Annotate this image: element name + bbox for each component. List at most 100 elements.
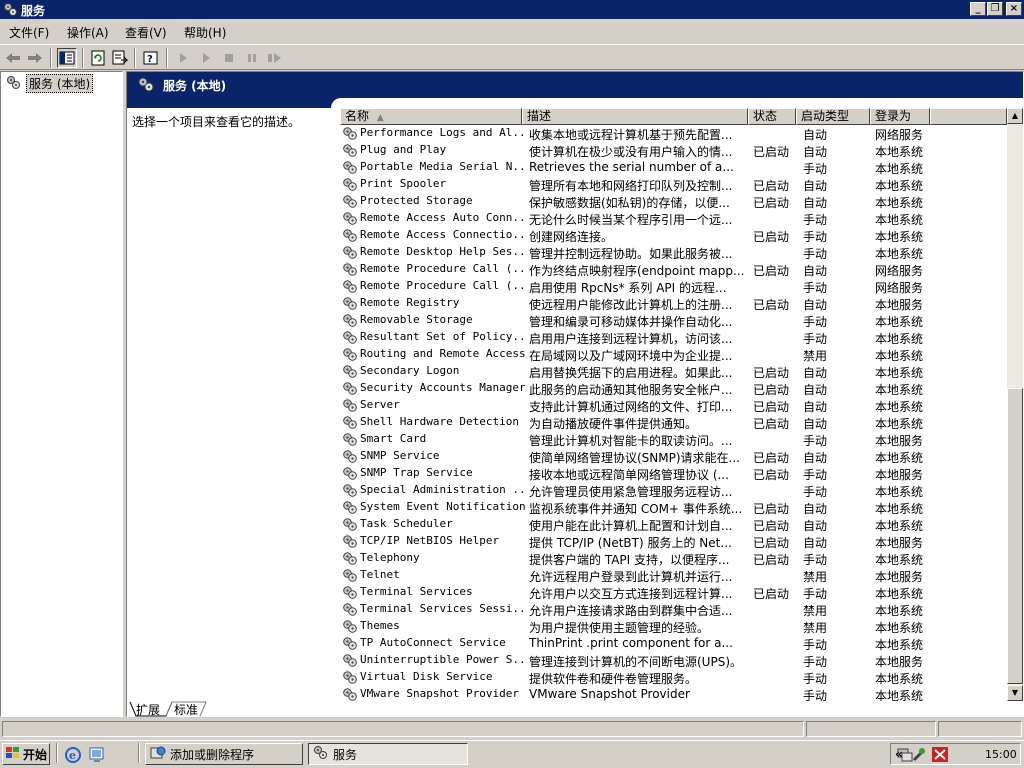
column-header-logon-as[interactable]: 登录为 [870,108,930,125]
scroll-down-button[interactable]: ▼ [1007,685,1023,701]
service-logon-as: 本地系统 [875,179,924,193]
service-description: 启用使用 RpcNs* 系列 API 的远程... [529,281,727,295]
service-row[interactable]: Remote Access Connectio... 创建网络连接。 已启动 手动 本地… [340,227,1007,244]
menu-file[interactable]: 文件(F) [9,24,49,41]
service-row[interactable]: Protected Storage 保护敏感数据(如私钥)的存储，以便... 已启动… [340,193,1007,210]
task-add-remove-programs[interactable]: 添加或删除程序 [145,743,303,765]
tab-extended[interactable]: 扩展 [136,701,160,718]
play-icon[interactable] [196,48,216,68]
close-button[interactable]: × [1006,2,1022,16]
service-row[interactable]: Remote Registry 使远程用户能修改此计算机上的注册... 已启动 自动 本… [340,295,1007,312]
forward-arrow-icon[interactable] [25,48,45,68]
service-row[interactable]: VMware Snapshot Provider VMware Snapshot … [340,686,1007,701]
service-row[interactable]: Telnet 允许远程用户登录到此计算机并运行... 禁用 本地服务 [340,567,1007,584]
service-status: 已启动 [753,179,790,193]
service-row[interactable]: Remote Access Auto Conn... 无论什么时候当某个程序引用一… [340,210,1007,227]
service-row[interactable]: Remote Procedure Call (... 作为终结点映射程序(endp… [340,261,1007,278]
service-row[interactable]: Task Scheduler 使用户能在此计算机上配置和计划自... 已启动 自动 本地… [340,516,1007,533]
tree-node-services-local[interactable]: 服务 (本地) [6,74,94,93]
service-row[interactable]: Routing and Remote Access 在局域网以及广域网环境中为企业… [340,346,1007,363]
service-row[interactable]: Plug and Play 使计算机在极少或没有用户输入的情... 已启动 自动 本地系… [340,142,1007,159]
services-gear-icon [3,2,18,17]
service-logon-as: 本地系统 [875,162,924,176]
desktop-icon[interactable] [88,746,106,767]
service-description: 收集本地或远程计算机基于预先配置... [529,128,733,142]
service-row[interactable]: TCP/IP NetBIOS Helper 提供 TCP/IP (NetBT) 服… [340,533,1007,550]
vertical-scrollbar[interactable]: ▲ ▼ [1007,108,1023,701]
tab-standard[interactable]: 标准 [174,701,198,718]
service-gear-icon [342,143,358,158]
column-header-description[interactable]: 描述 [522,108,748,125]
service-logon-as: 本地系统 [875,451,924,465]
menu-action[interactable]: 操作(A) [67,24,109,41]
service-gear-icon [342,670,358,685]
play-icon[interactable] [173,48,193,68]
service-name: Server [360,398,400,411]
task-services[interactable]: 服务 [308,743,468,765]
service-name: Telephony [360,551,420,564]
ie-icon[interactable]: e [64,746,82,767]
service-logon-as: 本地系统 [875,332,924,346]
stop-icon[interactable] [219,48,239,68]
service-row[interactable]: Resultant Set of Policy... 启用用户连接到远程计算机，访… [340,329,1007,346]
services-list[interactable]: 名称 ▲ 描述 状态 启动类型 登录为 Performance Logs and… [340,108,1007,701]
service-name: Shell Hardware Detection [360,415,519,428]
service-row[interactable]: Portable Media Serial N... Retrieves the … [340,159,1007,176]
service-startup-type: 手动 [803,332,828,346]
service-row[interactable]: Remote Procedure Call (... 启用使用 RpcNs* 系列… [340,278,1007,295]
restart-icon[interactable] [265,48,285,68]
service-row[interactable]: Secondary Logon 启用替换凭据下的启用进程。如果此... 已启动 自动 本… [340,363,1007,380]
scroll-thumb[interactable] [1007,388,1023,684]
service-row[interactable]: Uninterruptible Power S... 管理连接到计算机的不间断电源… [340,652,1007,669]
service-row[interactable]: Remote Desktop Help Ses... 管理并控制远程协助。如果此服… [340,244,1007,261]
service-row[interactable]: TP AutoConnect Service ThinPrint .print c… [340,635,1007,652]
tray-expand-button[interactable]: « [895,747,903,761]
refresh-icon[interactable] [88,48,108,68]
tray-alert-icon[interactable] [931,746,949,766]
minimize-button[interactable]: _ [970,2,986,16]
service-description: VMware Snapshot Provider [529,687,690,701]
service-logon-as: 本地系统 [875,247,924,261]
service-logon-as: 本地系统 [875,145,924,159]
service-description: Retrieves the serial number of a... [529,160,734,174]
service-name: Remote Access Auto Conn... [360,211,528,224]
service-row[interactable]: Removable Storage 管理和编录可移动媒体并操作自动化... 手动 本地… [340,312,1007,329]
service-row[interactable]: Themes 为用户提供使用主题管理的经验。 禁用 本地系统 [340,618,1007,635]
service-description: 提供软件卷和硬件卷管理服务。 [529,672,698,686]
service-startup-type: 手动 [803,213,828,227]
pane-header: 服务 (本地) [127,72,1023,98]
service-name: Security Accounts Manager [360,381,526,394]
service-row[interactable]: SNMP Trap Service 接收本地或远程简单网络管理协议 (... 已启动… [340,465,1007,482]
service-row[interactable]: Security Accounts Manager 此服务的启动通知其他服务安全帐… [340,380,1007,397]
service-row[interactable]: Telephony 提供客户端的 TAPI 支持，以便程序... 已启动 手动 本地系统 [340,550,1007,567]
service-description: 为用户提供使用主题管理的经验。 [529,621,710,635]
help-icon[interactable]: ? [141,48,161,68]
service-row[interactable]: Terminal Services 允许用户以交互方式连接到远程计算... 已启动手… [340,584,1007,601]
service-row[interactable]: Server 支持此计算机通过网络的文件、打印... 已启动 自动 本地系统 [340,397,1007,414]
column-header-name[interactable]: 名称 ▲ [340,108,522,125]
service-startup-type: 手动 [803,434,828,448]
back-arrow-icon[interactable] [3,48,23,68]
service-logon-as: 网络服务 [875,264,924,278]
column-header-startup-type[interactable]: 启动类型 [796,108,870,125]
menu-help[interactable]: 帮助(H) [184,24,226,41]
pause-icon[interactable] [242,48,262,68]
service-row[interactable]: System Event Notification 监视系统事件并通知 COM+ … [340,499,1007,516]
start-button[interactable]: 开始 [2,743,50,765]
service-row[interactable]: Performance Logs and Al... 收集本地或远程计算机基于预先… [340,125,1007,142]
menu-view[interactable]: 查看(V) [125,24,167,41]
service-row[interactable]: Special Administration ... 允许管理员使用紧急管理服务远… [340,482,1007,499]
service-row[interactable]: Terminal Services Sessi... 允许用户连接请求路由到群集中… [340,601,1007,618]
scroll-up-button[interactable]: ▲ [1007,108,1023,124]
tray-tool-icon[interactable] [911,746,927,765]
service-description: 使简单网络管理协议(SNMP)请求能在... [529,451,740,465]
column-header-status[interactable]: 状态 [748,108,796,125]
maximize-button[interactable]: ❐ [987,2,1003,16]
service-row[interactable]: SNMP Service 使简单网络管理协议(SNMP)请求能在... 已启动 自动 本… [340,448,1007,465]
service-row[interactable]: Virtual Disk Service 提供软件卷和硬件卷管理服务。 手动 本地系统 [340,669,1007,686]
service-row[interactable]: Shell Hardware Detection 为自动播放硬件事件提供通知。 已启… [340,414,1007,431]
export-list-icon[interactable] [110,48,130,68]
service-row[interactable]: Smart Card 管理此计算机对智能卡的取读访问。... 手动 本地服务 [340,431,1007,448]
console-tree-icon[interactable] [57,48,77,68]
service-row[interactable]: Print Spooler 管理所有本地和网络打印队列及控制... 已启动 自动 本地系… [340,176,1007,193]
